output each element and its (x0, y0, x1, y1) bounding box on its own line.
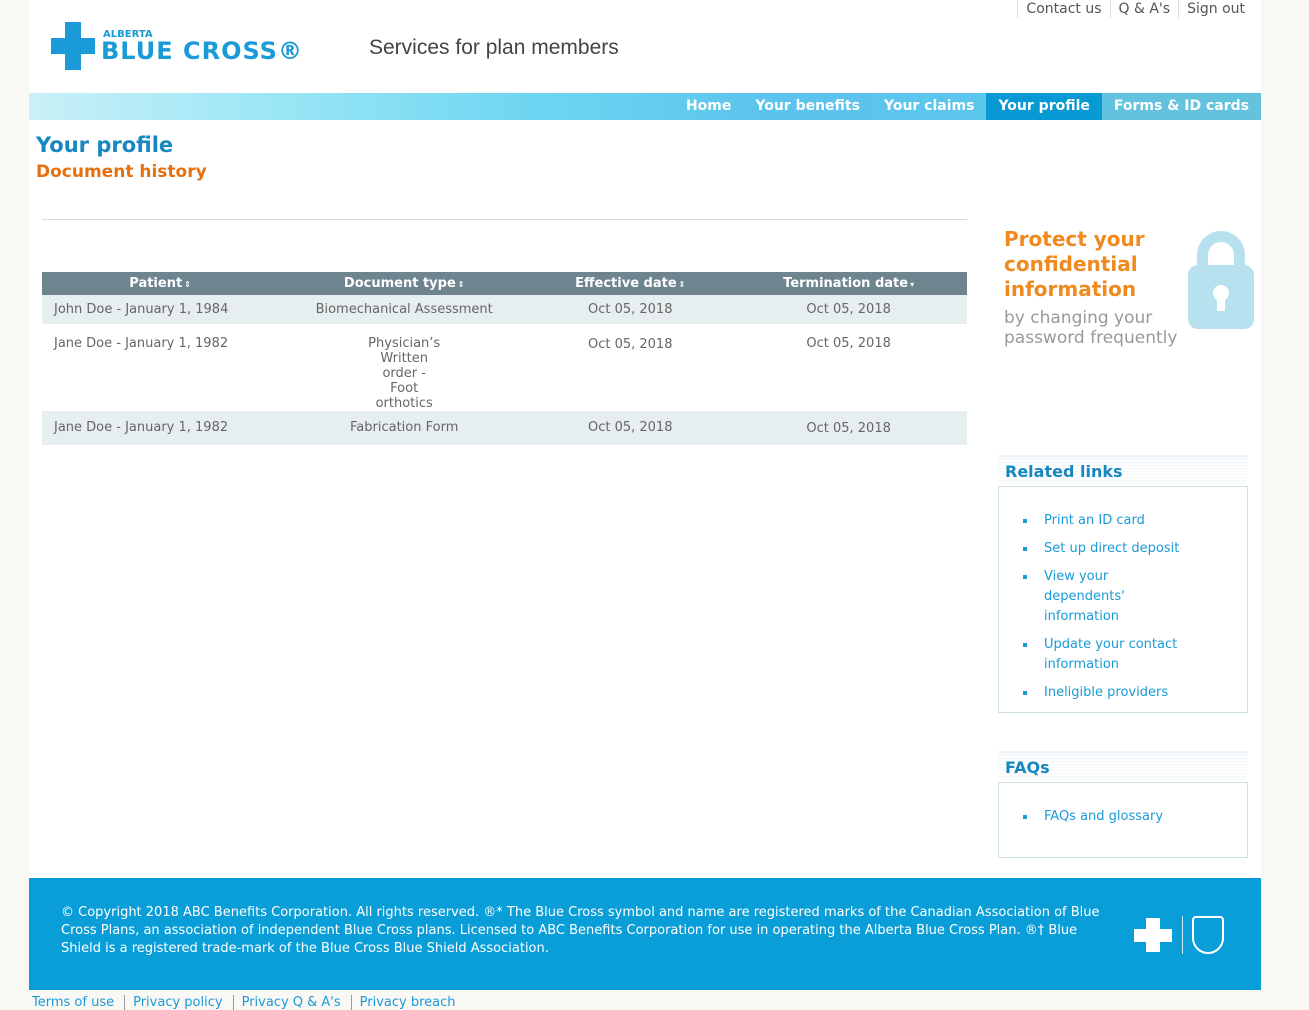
sign-out-link[interactable]: Sign out (1178, 0, 1253, 18)
shield-icon (1192, 916, 1224, 954)
nav-your-benefits[interactable]: Your benefits (743, 93, 872, 120)
tagline: Services for plan members (369, 36, 619, 59)
blue-cross-icon (51, 22, 95, 70)
blue-cross-blue-shield-logo (1134, 914, 1224, 956)
column-header-termination-date[interactable]: Termination date ▾ (730, 272, 967, 295)
link-direct-deposit[interactable]: Set up direct deposit (1023, 539, 1247, 559)
column-header-effective-date[interactable]: Effective date ⇕ (530, 272, 731, 295)
link-dependents-info[interactable]: View your dependents' information (1023, 567, 1193, 627)
qa-link[interactable]: Q & A's (1109, 0, 1179, 18)
cell-effective-date: Oct 05, 2018 (530, 411, 731, 445)
padlock-icon (1188, 231, 1254, 329)
cell-patient: Jane Doe - January 1, 1982 (54, 336, 229, 351)
column-header-document-type[interactable]: Document type ⇕ (278, 272, 531, 295)
sort-desc-icon: ▾ (910, 280, 915, 289)
page-subtitle: Document history (36, 162, 207, 182)
promo-title: Protect your confidential information (1004, 227, 1145, 301)
cross-icon (1134, 918, 1172, 952)
nav-home[interactable]: Home (674, 93, 743, 120)
faqs-heading: FAQs (998, 751, 1248, 779)
link-update-contact[interactable]: Update your contact information (1023, 635, 1193, 675)
cell-document-type[interactable]: Physician’s Written order - Foot orthoti… (278, 324, 530, 411)
cell-document-type[interactable]: Fabrication Form (278, 411, 531, 445)
cell-document-type[interactable]: Biomechanical Assessment (278, 295, 531, 324)
cell-effective-date: Oct 05, 2018 (530, 295, 731, 324)
main-nav: Home Your benefits Your claims Your prof… (29, 93, 1261, 120)
nav-forms-id-cards[interactable]: Forms & ID cards (1101, 93, 1261, 120)
column-header-patient[interactable]: Patient ⇕ (42, 272, 279, 295)
cell-termination-date: Oct 05, 2018 (730, 411, 967, 445)
promo-subtitle: by changing your password frequently (1004, 308, 1178, 348)
password-promo-banner[interactable]: Protect your confidential information by… (1004, 227, 1254, 362)
link-print-id-card[interactable]: Print an ID card (1023, 511, 1247, 531)
page-content: Contact us Q & A's Sign out ALBERTA BLUE… (29, 0, 1261, 878)
alberta-blue-cross-logo[interactable]: ALBERTA BLUE CROSS® (51, 22, 303, 70)
cell-termination-date: Oct 05, 2018 (806, 336, 891, 351)
link-faqs-glossary[interactable]: FAQs and glossary (1023, 807, 1247, 827)
sort-icon: ⇕ (457, 280, 465, 289)
faqs-panel: FAQs FAQs and glossary (998, 751, 1248, 858)
related-links-panel: Related links Print an ID card Set up di… (998, 455, 1248, 713)
table-row: John Doe - January 1, 1984 Biomechanical… (42, 295, 967, 324)
cell-patient: John Doe - January 1, 1984 (42, 295, 279, 324)
table-row: Jane Doe - January 1, 1982 Physician’s W… (42, 324, 967, 411)
related-links-heading: Related links (998, 455, 1248, 483)
contact-us-link[interactable]: Contact us (1017, 0, 1109, 18)
logo-big-text: BLUE CROSS® (101, 37, 303, 65)
divider (42, 219, 967, 220)
utility-links: Contact us Q & A's Sign out (1017, 0, 1253, 18)
sort-icon: ⇕ (184, 280, 191, 289)
table-row: Jane Doe - January 1, 1982 Fabrication F… (42, 411, 967, 445)
page-title: Your profile (36, 133, 174, 157)
link-ineligible-providers[interactable]: Ineligible providers (1023, 683, 1247, 703)
cell-patient: Jane Doe - January 1, 1982 (42, 411, 279, 445)
cell-termination-date: Oct 05, 2018 (730, 295, 967, 324)
copyright-text: © Copyright 2018 ABC Benefits Corporatio… (61, 905, 1100, 956)
footer: © Copyright 2018 ABC Benefits Corporatio… (29, 878, 1261, 990)
nav-your-claims[interactable]: Your claims (872, 93, 986, 120)
cell-effective-date: Oct 05, 2018 (587, 337, 673, 352)
sort-icon: ⇕ (678, 280, 686, 289)
nav-your-profile[interactable]: Your profile (986, 93, 1102, 120)
document-history-table: Patient ⇕ Document type ⇕ Effective date ⇕ … (42, 272, 967, 445)
